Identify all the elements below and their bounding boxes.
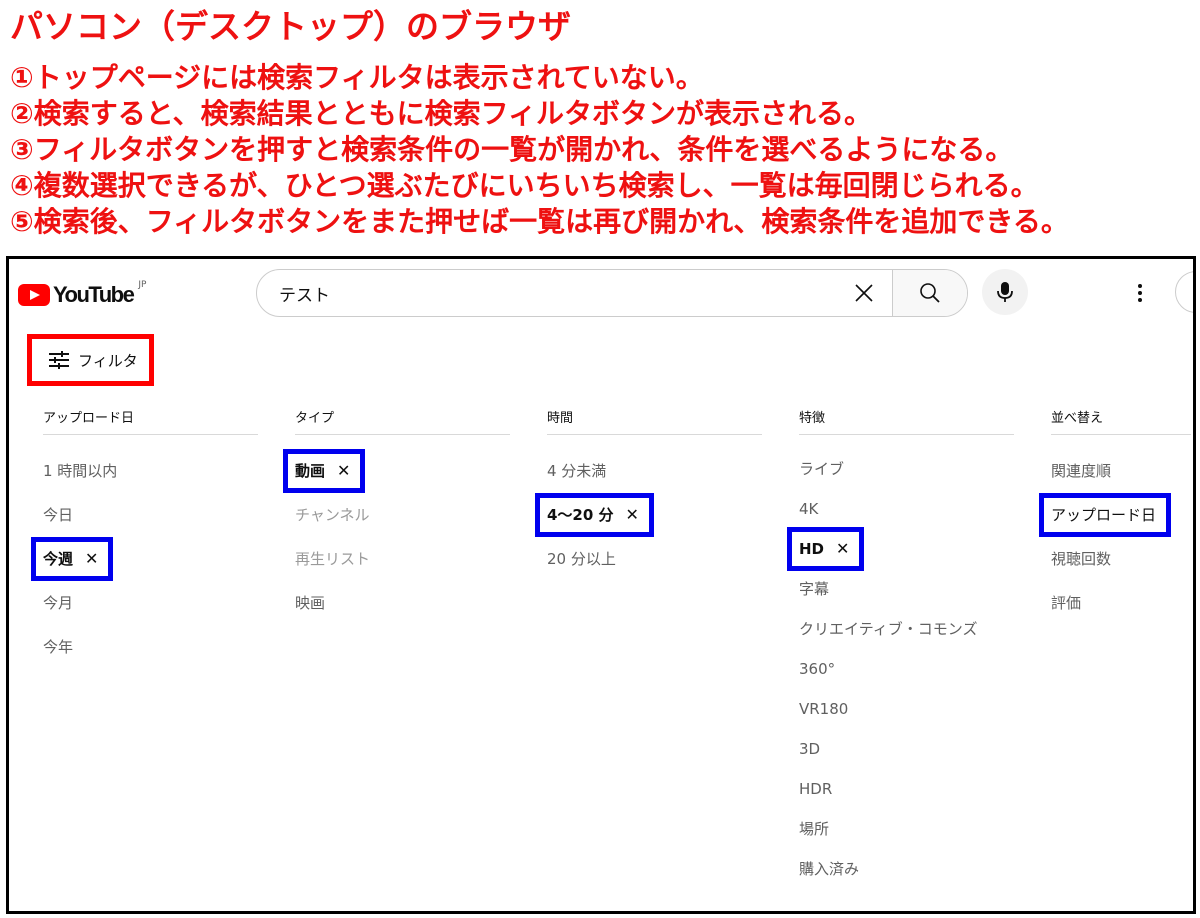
annotation-note: ②検索すると、検索結果とともに検索フィルタボタンが表示される。 [10, 97, 873, 130]
filter-group-features: 特徴 ライブ 4K HD ✕ 字幕 クリエイティブ・コモンズ 360° VR180… [787, 404, 1014, 889]
annotation-note: ⑤検索後、フィルタボタンをまた押せば一覧は再び開かれ、検索条件を追加できる。 [10, 205, 1069, 238]
sort-option-label: アップロード日 [1051, 506, 1157, 524]
tune-icon [49, 351, 69, 369]
filter-option-label: 動画 [295, 462, 326, 480]
filter-option[interactable]: 4 分未満 [547, 449, 762, 493]
annotation-note: ①トップページには検索フィルタは表示されていない。 [10, 61, 704, 94]
filter-button[interactable]: フィルタ [27, 334, 154, 386]
filter-group-upload-date: アップロード日 1 時間以内 今日 今週 ✕ 今月 今年 [31, 404, 258, 669]
filter-group-title: 特徴 [799, 411, 826, 426]
divider [295, 434, 510, 435]
filter-option[interactable]: 場所 [799, 809, 1014, 849]
search-box [256, 269, 968, 317]
filter-button-label: フィルタ [78, 351, 138, 370]
sort-option[interactable]: 関連度順 [1051, 449, 1191, 493]
annotation-note: ④複数選択できるが、ひとつ選ぶたびにいちいち検索し、一覧は毎回閉じられる。 [10, 169, 1039, 202]
filter-group-sort: 並べ替え 関連度順 アップロード日 視聴回数 評価 [1039, 404, 1191, 625]
more-vert-icon [1138, 284, 1142, 302]
remove-filter-icon[interactable]: ✕ [836, 532, 849, 566]
filter-option[interactable]: 購入済み [799, 849, 1014, 889]
filter-option[interactable]: 今月 [43, 581, 258, 625]
filter-option[interactable]: HDR [799, 769, 1014, 809]
youtube-logo-icon [18, 284, 50, 306]
filter-group-title: 並べ替え [1051, 411, 1104, 426]
filter-option[interactable]: 1 時間以内 [43, 449, 258, 493]
sort-option-selected[interactable]: アップロード日 [1039, 493, 1172, 537]
filter-option-label: 4〜20 分 [547, 506, 614, 524]
filter-group-type: タイプ 動画 ✕ チャンネル 再生リスト 映画 [283, 404, 510, 625]
region-label: JP [138, 280, 147, 290]
voice-search-button[interactable] [982, 269, 1028, 315]
divider [799, 434, 1014, 435]
filter-group-title: タイプ [295, 411, 335, 426]
sort-option[interactable]: 評価 [1051, 581, 1191, 625]
filter-option[interactable]: 今年 [43, 625, 258, 669]
remove-filter-icon[interactable]: ✕ [337, 454, 350, 488]
filter-option-selected[interactable]: 4〜20 分 ✕ [535, 493, 654, 537]
filter-option[interactable]: 字幕 [799, 569, 1014, 609]
filter-group-duration: 時間 4 分未満 4〜20 分 ✕ 20 分以上 [535, 404, 762, 581]
filter-option-label: HD [799, 540, 825, 558]
clear-search-button[interactable] [836, 270, 892, 316]
youtube-home-link[interactable]: YouTube JP [18, 280, 147, 308]
filter-option[interactable]: 360° [799, 649, 1014, 689]
filter-option-selected[interactable]: 今週 ✕ [31, 537, 114, 581]
sign-in-button[interactable] [1175, 271, 1193, 313]
filter-option-selected[interactable]: HD ✕ [787, 527, 865, 571]
search-icon [920, 283, 940, 303]
annotation-note: ③フィルタボタンを押すと検索条件の一覧が開かれ、条件を選べるようになる。 [10, 133, 1014, 166]
remove-filter-icon[interactable]: ✕ [85, 542, 98, 576]
filter-group-title: アップロード日 [43, 411, 135, 426]
annotation-notes: ①トップページには検索フィルタは表示されていない。 ②検索すると、検索結果ととも… [10, 60, 1069, 240]
filter-option[interactable]: 4K [799, 489, 1014, 529]
filter-option[interactable]: 3D [799, 729, 1014, 769]
logo-text: YouTube [53, 282, 135, 307]
annotation-heading: パソコン（デスクトップ）のブラウザ [10, 7, 571, 46]
clear-icon [855, 284, 873, 302]
filter-option-selected[interactable]: 動画 ✕ [283, 449, 366, 493]
filter-option[interactable]: 今日 [43, 493, 258, 537]
divider [547, 434, 762, 435]
filter-group-title: 時間 [547, 411, 574, 426]
filter-option-disabled: チャンネル [295, 506, 370, 524]
sort-option[interactable]: 視聴回数 [1051, 537, 1191, 581]
filter-option[interactable]: VR180 [799, 689, 1014, 729]
filter-option-label: 今週 [43, 550, 74, 568]
divider [43, 434, 258, 435]
filter-option[interactable]: クリエイティブ・コモンズ [799, 609, 1014, 649]
filter-option[interactable]: 20 分以上 [547, 537, 762, 581]
browser-screenshot-frame: YouTube JP テスト フィルタ アップロード日 1 時間以内 今日 今週… [6, 256, 1196, 914]
more-options-button[interactable] [1126, 275, 1154, 311]
mic-icon [997, 282, 1013, 302]
search-button[interactable] [892, 270, 967, 316]
search-input[interactable] [257, 270, 836, 316]
filter-option[interactable]: 映画 [295, 581, 510, 625]
filter-option[interactable]: ライブ [799, 449, 1014, 489]
filter-option-disabled: 再生リスト [295, 550, 371, 568]
remove-filter-icon[interactable]: ✕ [626, 498, 639, 532]
divider [1051, 434, 1191, 435]
